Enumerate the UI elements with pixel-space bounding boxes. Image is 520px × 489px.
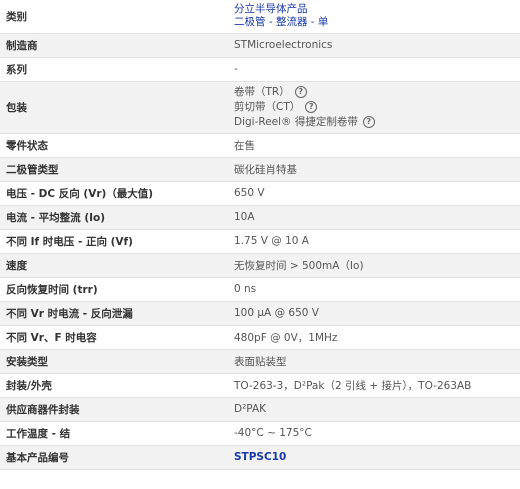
row-label: 电压 - DC 反向 (Vr)（最大值) bbox=[0, 181, 226, 206]
row-label: 速度 bbox=[0, 253, 226, 278]
row-value: 0 ns bbox=[226, 277, 520, 302]
row-label: 系列 bbox=[0, 57, 226, 82]
row-value: -40°C ~ 175°C bbox=[226, 421, 520, 446]
row-label: 基本产品编号 bbox=[0, 445, 226, 470]
row-label: 二极管类型 bbox=[0, 157, 226, 182]
row-forward-voltage: 不同 If 时电压 - 正向 (Vf) 1.75 V @ 10 A bbox=[0, 229, 520, 254]
row-package-case: 封装/外壳 TO-263-3，D²Pak（2 引线 + 接片），TO-263AB bbox=[0, 373, 520, 398]
row-diode-type: 二极管类型 碳化硅肖特基 bbox=[0, 157, 520, 182]
row-label: 工作温度 - 结 bbox=[0, 421, 226, 446]
row-label: 包装 bbox=[0, 81, 226, 134]
row-label: 供应商器件封装 bbox=[0, 397, 226, 422]
row-value: 10A bbox=[226, 205, 520, 230]
row-value: 1.75 V @ 10 A bbox=[226, 229, 520, 254]
row-packaging: 包装 卷带（TR）? 剪切带（CT）? Digi-Reel® 得捷定制卷带? bbox=[0, 81, 520, 134]
category-link[interactable]: 分立半导体产品 bbox=[234, 3, 520, 16]
row-supplier-device-package: 供应商器件封装 D²PAK bbox=[0, 397, 520, 422]
help-circle-icon[interactable]: ? bbox=[362, 115, 375, 128]
row-value: - bbox=[226, 57, 520, 82]
row-value: STMicroelectronics bbox=[226, 33, 520, 58]
row-value: 在售 bbox=[226, 133, 520, 158]
row-capacitance: 不同 Vr、F 时电容 480pF @ 0V，1MHz bbox=[0, 325, 520, 350]
help-circle-icon[interactable]: ? bbox=[305, 100, 318, 113]
row-label: 反向恢复时间 (trr) bbox=[0, 277, 226, 302]
row-label: 零件状态 bbox=[0, 133, 226, 158]
row-label: 电流 - 平均整流 (Io) bbox=[0, 205, 226, 230]
row-label: 类别 bbox=[0, 0, 226, 34]
packaging-option: 剪切带（CT）? bbox=[234, 100, 520, 115]
row-value: 650 V bbox=[226, 181, 520, 206]
row-value: 碳化硅肖特基 bbox=[226, 157, 520, 182]
row-mounting-type: 安装类型 表面贴装型 bbox=[0, 349, 520, 374]
row-base-product-number: 基本产品编号 STPSC10 bbox=[0, 445, 520, 470]
row-reverse-leakage-current: 不同 Vr 时电流 - 反向泄漏 100 µA @ 650 V bbox=[0, 301, 520, 326]
row-average-rectified-current: 电流 - 平均整流 (Io) 10A bbox=[0, 205, 520, 230]
subcategory-link[interactable]: 二极管 - 整流器 - 单 bbox=[234, 16, 520, 29]
row-operating-temperature: 工作温度 - 结 -40°C ~ 175°C bbox=[0, 421, 520, 446]
base-product-number-link[interactable]: STPSC10 bbox=[234, 451, 286, 463]
row-dc-reverse-voltage: 电压 - DC 反向 (Vr)（最大值) 650 V bbox=[0, 181, 520, 206]
row-label: 不同 If 时电压 - 正向 (Vf) bbox=[0, 229, 226, 254]
packaging-option: Digi-Reel® 得捷定制卷带? bbox=[234, 115, 520, 130]
row-label: 封装/外壳 bbox=[0, 373, 226, 398]
row-value: TO-263-3，D²Pak（2 引线 + 接片），TO-263AB bbox=[226, 373, 520, 398]
row-value: 无恢复时间 > 500mA（Io) bbox=[226, 253, 520, 278]
row-speed: 速度 无恢复时间 > 500mA（Io) bbox=[0, 253, 520, 278]
product-attributes-table: 类别 分立半导体产品 二极管 - 整流器 - 单 制造商 STMicroelec… bbox=[0, 0, 520, 470]
row-part-status: 零件状态 在售 bbox=[0, 133, 520, 158]
row-value: 100 µA @ 650 V bbox=[226, 301, 520, 326]
row-series: 系列 - bbox=[0, 57, 520, 82]
row-category: 类别 分立半导体产品 二极管 - 整流器 - 单 bbox=[0, 0, 520, 34]
row-manufacturer: 制造商 STMicroelectronics bbox=[0, 33, 520, 58]
row-label: 安装类型 bbox=[0, 349, 226, 374]
row-label: 制造商 bbox=[0, 33, 226, 58]
row-reverse-recovery-time: 反向恢复时间 (trr) 0 ns bbox=[0, 277, 520, 302]
row-value: 表面贴装型 bbox=[226, 349, 520, 374]
row-label: 不同 Vr、F 时电容 bbox=[0, 325, 226, 350]
row-label: 不同 Vr 时电流 - 反向泄漏 bbox=[0, 301, 226, 326]
help-circle-icon[interactable]: ? bbox=[294, 85, 307, 98]
packaging-option: 卷带（TR）? bbox=[234, 85, 520, 100]
row-value: 480pF @ 0V，1MHz bbox=[226, 325, 520, 350]
row-value: D²PAK bbox=[226, 397, 520, 422]
